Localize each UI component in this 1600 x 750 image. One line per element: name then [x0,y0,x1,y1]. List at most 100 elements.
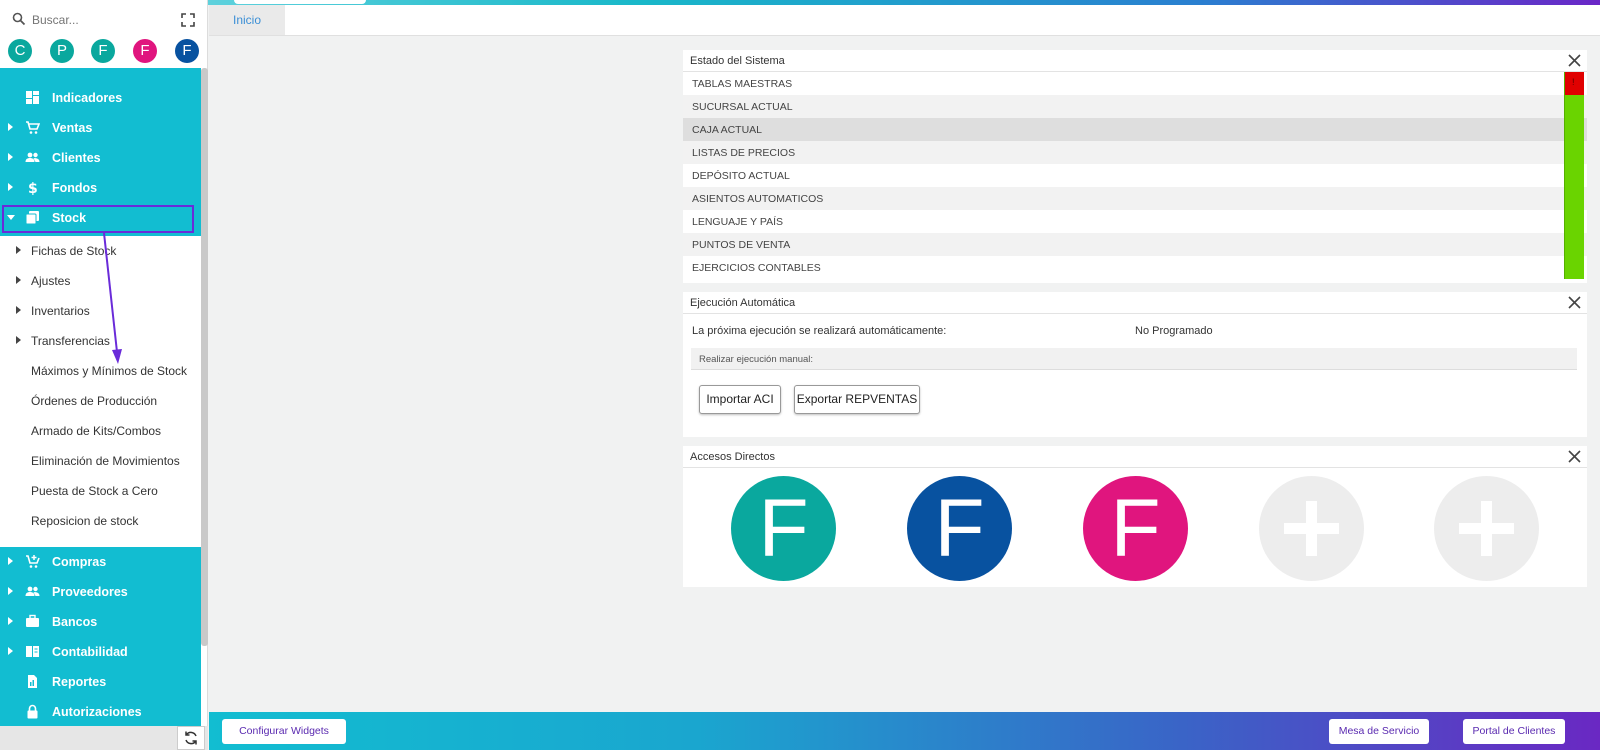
submenu-item-eliminacion-movimientos[interactable]: Eliminación de Movimientos [0,446,201,476]
status-label: DEPÓSITO ACTUAL [692,170,790,182]
caret-right-icon [8,123,13,131]
shortcut-tile-f-pink[interactable]: F [1083,476,1188,581]
submenu-label: Inventarios [31,304,90,318]
caret-right-icon [8,183,13,191]
search-icon [12,12,26,26]
status-error-indicator[interactable]: ! [1564,72,1584,95]
panel-title: Accesos Directos [690,451,775,463]
menu-label: Indicadores [52,91,123,105]
status-ok-indicator[interactable] [1564,141,1584,164]
manual-execution-label: Realizar ejecución manual: [699,354,814,365]
svg-text:$: $ [28,181,38,195]
caret-right-icon [8,557,13,565]
caret-right-icon [8,153,13,161]
close-icon[interactable] [1568,296,1581,309]
plus-icon [1306,501,1317,556]
menu-item-bancos[interactable]: Bancos [0,607,201,637]
shortcut-f-pink[interactable]: F [133,39,157,63]
menu-item-clientes[interactable]: Clientes [0,143,201,173]
sidebar-scrollbar[interactable] [201,68,208,646]
mesa-de-servicio-button[interactable]: Mesa de Servicio [1329,719,1429,744]
shortcut-p[interactable]: P [50,39,74,63]
submenu-item-armado-kits[interactable]: Armado de Kits/Combos [0,416,201,446]
submenu-label: Fichas de Stock [31,244,117,258]
portal-de-clientes-button[interactable]: Portal de Clientes [1463,719,1565,744]
submenu-label: Reposicion de stock [31,514,139,528]
shortcut-row: C P F F F [0,39,208,65]
tab-inicio[interactable]: Inicio [209,5,285,35]
caret-right-icon [8,647,13,655]
shortcut-f-teal[interactable]: F [91,39,115,63]
footer-bar: Configurar Widgets Mesa de Servicio Port… [209,712,1600,750]
search-input[interactable] [32,9,172,31]
menu-item-proveedores[interactable]: Proveedores [0,577,201,607]
submenu-item-transferencias[interactable]: Transferencias [0,326,201,356]
status-row: CAJA ACTUAL [683,118,1587,141]
exportar-repventas-button[interactable]: Exportar REPVENTAS [794,385,920,414]
shortcut-f-blue[interactable]: F [175,39,199,63]
dashboard-icon [26,91,39,104]
dollar-icon: $ [28,181,38,195]
panel-header: Ejecución Automática [683,292,1587,314]
tab-bar: Inicio [209,5,1600,36]
panel-accesos-directos: Accesos Directos F F F [683,446,1587,587]
submenu-item-maximos-minimos[interactable]: Máximos y Mínimos de Stock [0,356,201,386]
caret-right-icon [16,276,21,284]
panel-header: Accesos Directos [683,446,1587,468]
importar-aci-button[interactable]: Importar ACI [699,385,781,414]
close-icon[interactable] [1568,450,1581,463]
menu-item-indicadores[interactable]: Indicadores [0,83,201,113]
lock-icon [27,704,38,719]
add-shortcut-button[interactable] [1259,476,1364,581]
plus-icon [1481,501,1492,556]
configurar-widgets-button[interactable]: Configurar Widgets [222,719,346,744]
menu-item-autorizaciones[interactable]: Autorizaciones [0,697,201,727]
menu-item-compras[interactable]: Compras [0,547,201,577]
status-ok-indicator[interactable] [1564,187,1584,210]
menu-item-ventas[interactable]: Ventas [0,113,201,143]
caret-right-icon [8,617,13,625]
status-ok-indicator[interactable] [1564,233,1584,256]
manual-execution-header: Realizar ejecución manual: [691,348,1577,370]
add-shortcut-button[interactable] [1434,476,1539,581]
cart-add-icon [26,555,40,568]
menu-stock-submenu: Fichas de Stock Ajustes Inventarios Tran… [0,236,201,547]
menu-label: Autorizaciones [52,705,142,719]
menu-item-fondos[interactable]: $ Fondos [0,173,201,203]
submenu-item-ajustes[interactable]: Ajustes [0,266,201,296]
shortcut-tile-f-blue[interactable]: F [907,476,1012,581]
caret-right-icon [8,587,13,595]
status-label: ASIENTOS AUTOMATICOS [692,193,824,205]
people-icon [25,586,40,596]
search-row [0,6,208,34]
submenu-item-fichas-de-stock[interactable]: Fichas de Stock [0,236,201,266]
status-label: TABLAS MAESTRAS [692,78,793,90]
refresh-button[interactable] [177,726,205,750]
status-row: LENGUAJE Y PAÍS [683,210,1587,233]
panel-ejecucion-automatica: Ejecución Automática La próxima ejecució… [683,292,1587,437]
status-label: PUNTOS DE VENTA [692,239,791,251]
status-row: EJERCICIOS CONTABLES [683,256,1587,279]
menu-item-contabilidad[interactable]: Contabilidad [0,637,201,667]
submenu-item-ordenes-produccion[interactable]: Órdenes de Producción [0,386,201,416]
status-ok-indicator[interactable] [1564,95,1584,118]
sidebar: C P F F F Indicadores Ventas Clientes $ … [0,0,208,750]
status-ok-indicator[interactable] [1564,210,1584,233]
menu-item-reportes[interactable]: Reportes [0,667,201,697]
shortcut-c[interactable]: C [8,39,32,63]
close-icon[interactable] [1568,54,1581,67]
status-ok-indicator[interactable] [1564,118,1584,141]
fullscreen-icon[interactable] [180,12,196,28]
status-label: EJERCICIOS CONTABLES [692,262,821,274]
submenu-item-inventarios[interactable]: Inventarios [0,296,201,326]
caret-right-icon [16,306,21,314]
shortcut-tile-f-teal[interactable]: F [731,476,836,581]
caret-right-icon [16,246,21,254]
status-ok-indicator[interactable] [1564,164,1584,187]
submenu-item-puesta-stock-cero[interactable]: Puesta de Stock a Cero [0,476,201,506]
status-label: LISTAS DE PRECIOS [692,147,796,159]
submenu-item-reposicion-stock[interactable]: Reposicion de stock [0,506,201,536]
submenu-label: Transferencias [31,334,110,348]
status-ok-indicator[interactable] [1564,256,1584,279]
panel-title: Estado del Sistema [690,55,785,67]
